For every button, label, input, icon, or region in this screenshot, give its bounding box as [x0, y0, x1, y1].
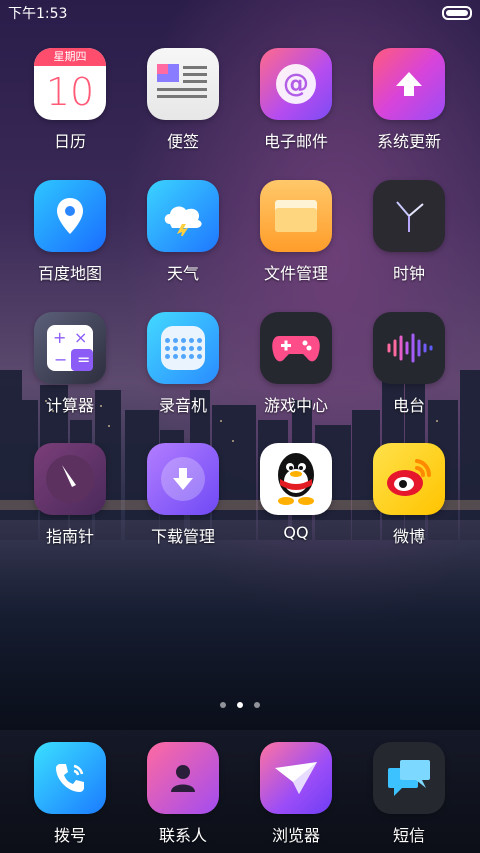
app-label: 游戏中心 — [263, 396, 328, 415]
app-notes[interactable]: 便签 — [127, 48, 239, 152]
qq-icon — [260, 443, 332, 515]
app-file-manager[interactable]: 文件管理 — [240, 180, 352, 284]
app-label: 时钟 — [392, 264, 425, 283]
app-recorder[interactable]: 录音机 — [127, 312, 239, 416]
app-game-center[interactable]: 游戏中心 — [240, 312, 352, 416]
app-label: 短信 — [392, 826, 425, 845]
browser-icon — [260, 742, 332, 814]
app-label: 电子邮件 — [263, 132, 328, 151]
app-contacts[interactable]: 联系人 — [127, 742, 239, 846]
app-messages[interactable]: 短信 — [353, 742, 465, 846]
svg-text:×: × — [74, 328, 87, 347]
app-label: 系统更新 — [376, 132, 441, 151]
svg-text:−: − — [54, 350, 67, 369]
app-email[interactable]: @ 电子邮件 — [240, 48, 352, 152]
app-label: 电台 — [392, 396, 425, 415]
app-label: 下载管理 — [150, 527, 215, 546]
app-baidu-maps[interactable]: 百度地图 — [14, 180, 126, 284]
radio-icon — [373, 312, 445, 384]
app-weather[interactable]: 天气 — [127, 180, 239, 284]
water-reflection — [0, 520, 480, 730]
download-manager-icon — [147, 443, 219, 515]
app-label: 联系人 — [158, 826, 207, 845]
email-icon: @ — [260, 48, 332, 120]
page-indicator[interactable] — [0, 702, 480, 708]
app-system-update[interactable]: 系统更新 — [353, 48, 465, 152]
app-calendar[interactable]: 星期四 10 日历 — [14, 48, 126, 152]
app-label: 录音机 — [158, 396, 207, 415]
app-calculator[interactable]: + × − = 计算器 — [14, 312, 126, 416]
calendar-icon: 星期四 10 — [34, 48, 106, 120]
app-label: 拨号 — [53, 826, 86, 845]
page-dot[interactable] — [220, 702, 226, 708]
app-label: QQ — [283, 523, 309, 542]
app-label: 文件管理 — [263, 264, 328, 283]
svg-text:+: + — [53, 328, 66, 347]
app-download-manager[interactable]: 下载管理 — [127, 443, 239, 547]
app-label: 日历 — [53, 132, 86, 151]
app-qq[interactable]: QQ — [240, 443, 352, 542]
calendar-day: 10 — [45, 70, 95, 114]
app-label: 计算器 — [45, 396, 94, 415]
notes-icon — [147, 48, 219, 120]
app-radio[interactable]: 电台 — [353, 312, 465, 416]
status-bar: 下午1:53 — [0, 0, 480, 26]
compass-icon — [34, 443, 106, 515]
app-label: 便签 — [166, 132, 199, 151]
app-phone[interactable]: 拨号 — [14, 742, 126, 846]
weather-icon — [147, 180, 219, 252]
app-label: 指南针 — [45, 527, 94, 546]
app-clock[interactable]: 时钟 — [353, 180, 465, 284]
recorder-icon — [147, 312, 219, 384]
app-label: 天气 — [166, 264, 199, 283]
system-update-icon — [373, 48, 445, 120]
calculator-icon: + × − = — [34, 312, 106, 384]
app-compass[interactable]: 指南针 — [14, 443, 126, 547]
clock-icon — [373, 180, 445, 252]
contacts-icon — [147, 742, 219, 814]
app-label: 百度地图 — [37, 264, 102, 283]
messages-icon — [373, 742, 445, 814]
page-dot[interactable] — [254, 702, 260, 708]
maps-icon — [34, 180, 106, 252]
weibo-icon — [373, 443, 445, 515]
app-browser[interactable]: 浏览器 — [240, 742, 352, 846]
status-time: 下午1:53 — [8, 6, 68, 22]
battery-icon — [442, 6, 472, 20]
app-label: 微博 — [392, 527, 425, 546]
app-weibo[interactable]: 微博 — [353, 443, 465, 547]
page-dot-active[interactable] — [237, 702, 243, 708]
game-center-icon — [260, 312, 332, 384]
file-manager-icon — [260, 180, 332, 252]
app-label: 浏览器 — [271, 826, 320, 845]
calendar-weekday: 星期四 — [34, 48, 106, 66]
phone-icon — [34, 742, 106, 814]
svg-text:=: = — [77, 350, 90, 369]
